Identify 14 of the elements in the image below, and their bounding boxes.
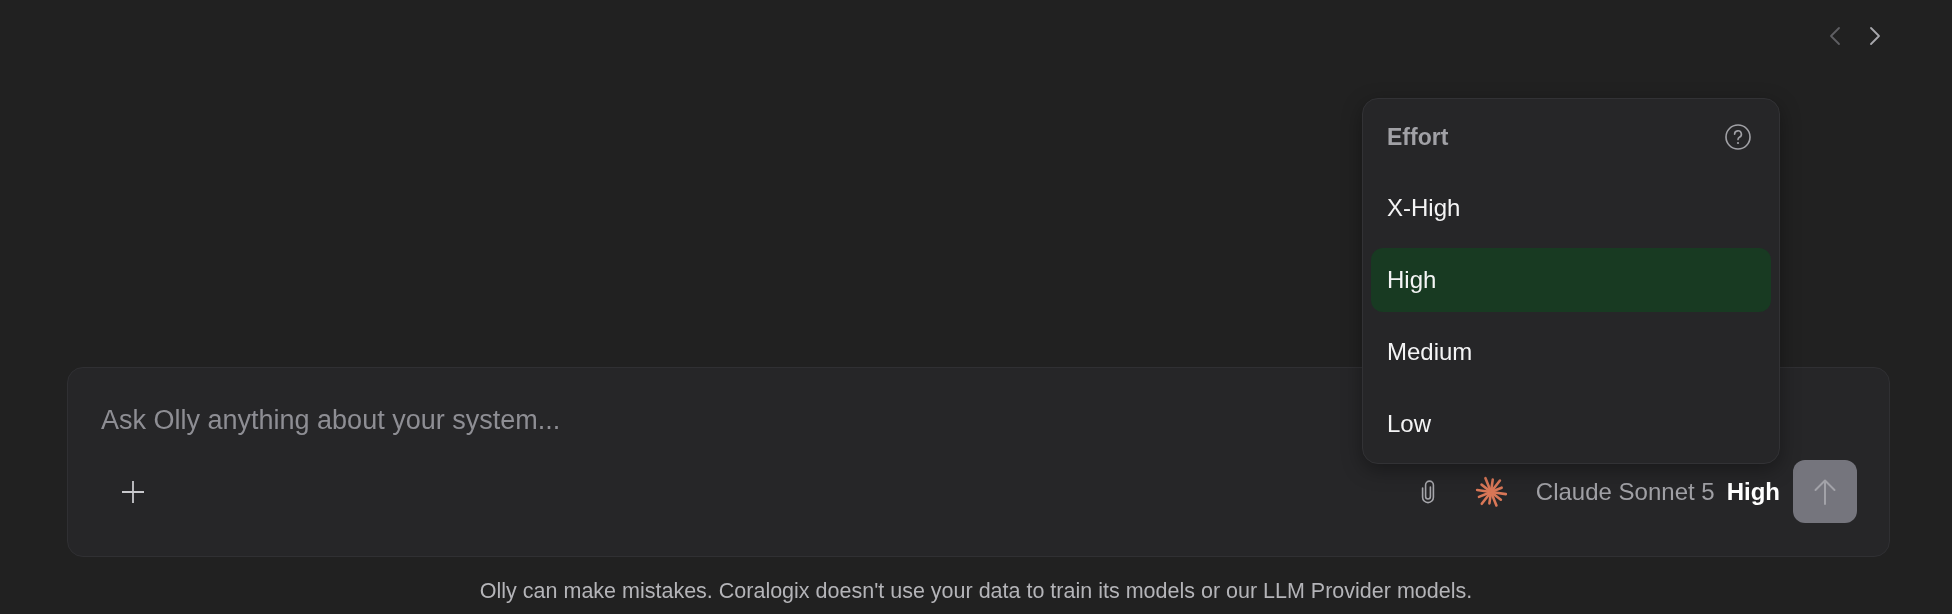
arrow-up-icon [1814, 478, 1836, 505]
menu-title: Effort [1387, 123, 1449, 151]
starburst-icon [1474, 475, 1507, 508]
disclaimer-text: Olly can make mistakes. Coralogix doesn't use your data to train its models or our LLM Provider models. [479, 578, 1473, 604]
menu-option[interactable]: High [1371, 248, 1771, 312]
menu-option[interactable]: Low [1371, 392, 1771, 456]
plus-icon[interactable] [122, 480, 144, 503]
model-selector-button[interactable]: Claude Sonnet 5 [1535, 477, 1715, 506]
chevron-right-icon[interactable] [1870, 27, 1880, 45]
help-icon[interactable] [1725, 124, 1751, 150]
menu-option[interactable]: Medium [1371, 320, 1771, 384]
effort-button[interactable]: High [1726, 477, 1780, 506]
paperclip-icon[interactable] [1419, 479, 1436, 504]
menu-option[interactable]: X-High [1371, 176, 1771, 240]
